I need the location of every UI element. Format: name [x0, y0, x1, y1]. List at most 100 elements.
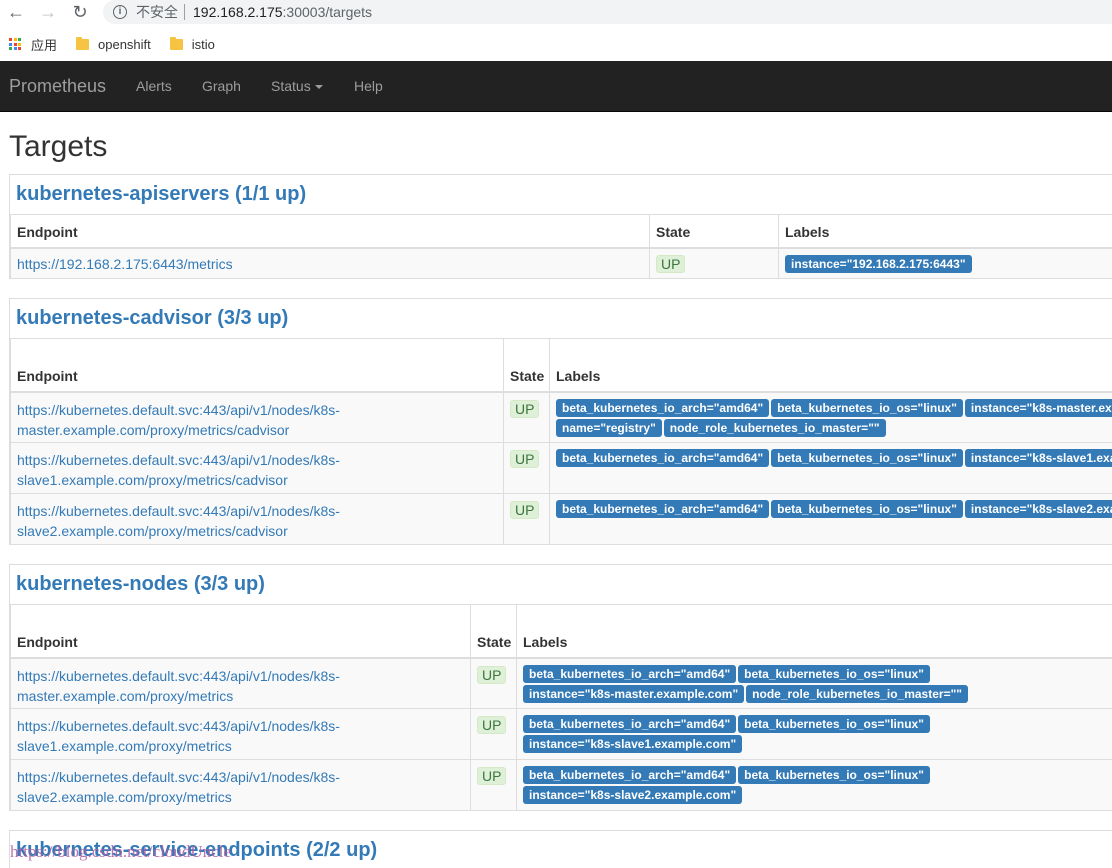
label-badge: beta_kubernetes_io_arch="amd64"	[523, 715, 736, 733]
watermark: https://blog.csdn.net/cloudUncle	[10, 842, 231, 862]
nav-status-label: Status	[271, 78, 311, 94]
table-row: https://kubernetes.default.svc:443/api/v…	[11, 494, 1112, 545]
endpoint-link[interactable]: https://kubernetes.default.svc:443/api/v…	[17, 503, 340, 539]
browser-address-bar: ← → ↻ i 不安全 192.168.2.175:30003/targets	[0, 0, 1112, 24]
column-header-endpoint: Endpoint	[11, 605, 471, 658]
label-badge: beta_kubernetes_io_os="linux"	[771, 399, 963, 417]
endpoint-cell: https://kubernetes.default.svc:443/api/v…	[11, 392, 504, 443]
column-header-labels: Labels	[517, 605, 1112, 658]
bookmark-label: openshift	[98, 37, 151, 52]
job-section: kubernetes-apiservers (1/1 up) Endpoint …	[9, 174, 1112, 279]
reload-icon[interactable]: ↻	[69, 1, 91, 23]
bookmark-istio[interactable]: istio	[170, 37, 215, 52]
label-badge: beta_kubernetes_io_os="linux"	[771, 500, 963, 518]
state-badge: UP	[510, 501, 539, 519]
targets-table: Endpoint State Labels https://192.168.2.…	[10, 214, 1112, 279]
label-badge: instance="k8s-slave2.example.com"	[965, 500, 1112, 518]
info-icon[interactable]: i	[113, 5, 127, 19]
table-row: https://kubernetes.default.svc:443/api/v…	[11, 392, 1112, 443]
job-heading[interactable]: kubernetes-cadvisor (3/3 up)	[16, 307, 288, 330]
column-header-state: State	[650, 215, 779, 248]
labels-cell: beta_kubernetes_io_arch="amd64"beta_kube…	[517, 709, 1112, 760]
endpoint-link[interactable]: https://kubernetes.default.svc:443/api/v…	[17, 452, 340, 488]
url-field[interactable]: i 不安全 192.168.2.175:30003/targets	[103, 0, 1112, 24]
label-badge: beta_kubernetes_io_os="linux"	[738, 715, 930, 733]
endpoint-cell: https://kubernetes.default.svc:443/api/v…	[11, 658, 471, 709]
table-row: https://kubernetes.default.svc:443/api/v…	[11, 443, 1112, 494]
endpoint-link[interactable]: https://kubernetes.default.svc:443/api/v…	[17, 718, 340, 754]
state-badge: UP	[510, 400, 539, 418]
targets-table: Endpoint State Labels https://kubernetes…	[10, 338, 1112, 545]
nav-help[interactable]: Help	[354, 78, 383, 94]
brand-link[interactable]: Prometheus	[9, 76, 106, 97]
label-badge: instance="k8s-slave2.example.com"	[523, 786, 742, 804]
table-header-row: Endpoint State Labels	[11, 605, 1112, 658]
state-cell: UP	[504, 494, 550, 545]
bookmark-apps[interactable]: 应用	[0, 35, 57, 54]
endpoint-cell: https://192.168.2.175:6443/metrics	[11, 248, 650, 279]
state-badge: UP	[477, 666, 506, 684]
url-divider	[184, 4, 185, 20]
endpoint-link[interactable]: https://kubernetes.default.svc:443/api/v…	[17, 668, 340, 704]
folder-icon	[170, 39, 183, 50]
label-badge: beta_kubernetes_io_os="linux"	[771, 449, 963, 467]
label-badge: beta_kubernetes_io_os="linux"	[738, 665, 930, 683]
job-section: kubernetes-nodes (3/3 up) Endpoint State…	[9, 564, 1112, 811]
bookmarks-bar: 应用 openshift istio	[0, 30, 1112, 58]
table-row: https://kubernetes.default.svc:443/api/v…	[11, 760, 1112, 811]
column-header-state: State	[471, 605, 517, 658]
nav-status-dropdown[interactable]: Status	[271, 78, 323, 94]
apps-grid-icon	[9, 38, 21, 50]
label-badge: instance="k8s-slave1.example.com"	[523, 735, 742, 753]
column-header-labels: Labels	[550, 339, 1112, 392]
state-cell: UP	[471, 709, 517, 760]
nav-alerts[interactable]: Alerts	[136, 78, 172, 94]
state-badge: UP	[477, 716, 506, 734]
state-badge: UP	[656, 255, 685, 273]
column-header-state: State	[504, 339, 550, 392]
bookmark-label: 应用	[31, 35, 57, 54]
endpoint-link[interactable]: https://kubernetes.default.svc:443/api/v…	[17, 769, 340, 805]
table-row: https://kubernetes.default.svc:443/api/v…	[11, 709, 1112, 760]
insecure-label: 不安全	[136, 2, 178, 22]
job-heading[interactable]: kubernetes-nodes (3/3 up)	[16, 573, 265, 596]
bookmark-label: istio	[192, 37, 215, 52]
state-cell: UP	[471, 760, 517, 811]
column-header-endpoint: Endpoint	[11, 215, 650, 248]
folder-icon	[76, 39, 89, 50]
page-title: Targets	[9, 130, 107, 164]
endpoint-link[interactable]: https://kubernetes.default.svc:443/api/v…	[17, 402, 340, 438]
label-badge: beta_kubernetes_io_arch="amd64"	[556, 399, 769, 417]
label-badge: name="registry"	[556, 419, 662, 437]
bookmark-openshift[interactable]: openshift	[76, 37, 151, 52]
label-badge: node_role_kubernetes_io_master=""	[746, 685, 968, 703]
label-badge: instance="192.168.2.175:6443"	[785, 255, 972, 273]
label-badge: instance="k8s-master.example.com"	[965, 399, 1112, 417]
targets-table: Endpoint State Labels https://kubernetes…	[10, 604, 1112, 811]
labels-cell: beta_kubernetes_io_arch="amd64"beta_kube…	[550, 443, 1112, 494]
url-path: :30003/targets	[283, 4, 373, 20]
column-header-endpoint: Endpoint	[11, 339, 504, 392]
top-navbar: Prometheus Alerts Graph Status Help	[0, 61, 1112, 112]
endpoint-cell: https://kubernetes.default.svc:443/api/v…	[11, 760, 471, 811]
nav-graph[interactable]: Graph	[202, 78, 241, 94]
forward-arrow-icon[interactable]: →	[37, 1, 59, 23]
label-badge: beta_kubernetes_io_arch="amd64"	[523, 766, 736, 784]
job-heading[interactable]: kubernetes-apiservers (1/1 up)	[16, 183, 306, 206]
endpoint-link[interactable]: https://192.168.2.175:6443/metrics	[17, 256, 233, 272]
label-badge: beta_kubernetes_io_os="linux"	[738, 766, 930, 784]
state-badge: UP	[510, 450, 539, 468]
labels-cell: beta_kubernetes_io_arch="amd64"beta_kube…	[550, 392, 1112, 443]
endpoint-cell: https://kubernetes.default.svc:443/api/v…	[11, 494, 504, 545]
back-arrow-icon[interactable]: ←	[5, 1, 27, 23]
label-badge: instance="k8s-slave1.example.com"	[965, 449, 1112, 467]
table-row: https://kubernetes.default.svc:443/api/v…	[11, 658, 1112, 709]
state-cell: UP	[504, 443, 550, 494]
state-badge: UP	[477, 767, 506, 785]
url-host: 192.168.2.175	[193, 4, 283, 20]
label-badge: beta_kubernetes_io_arch="amd64"	[556, 449, 769, 467]
labels-cell: beta_kubernetes_io_arch="amd64"beta_kube…	[517, 658, 1112, 709]
labels-cell: beta_kubernetes_io_arch="amd64"beta_kube…	[550, 494, 1112, 545]
label-badge: beta_kubernetes_io_arch="amd64"	[523, 665, 736, 683]
column-header-labels: Labels	[779, 215, 1112, 248]
